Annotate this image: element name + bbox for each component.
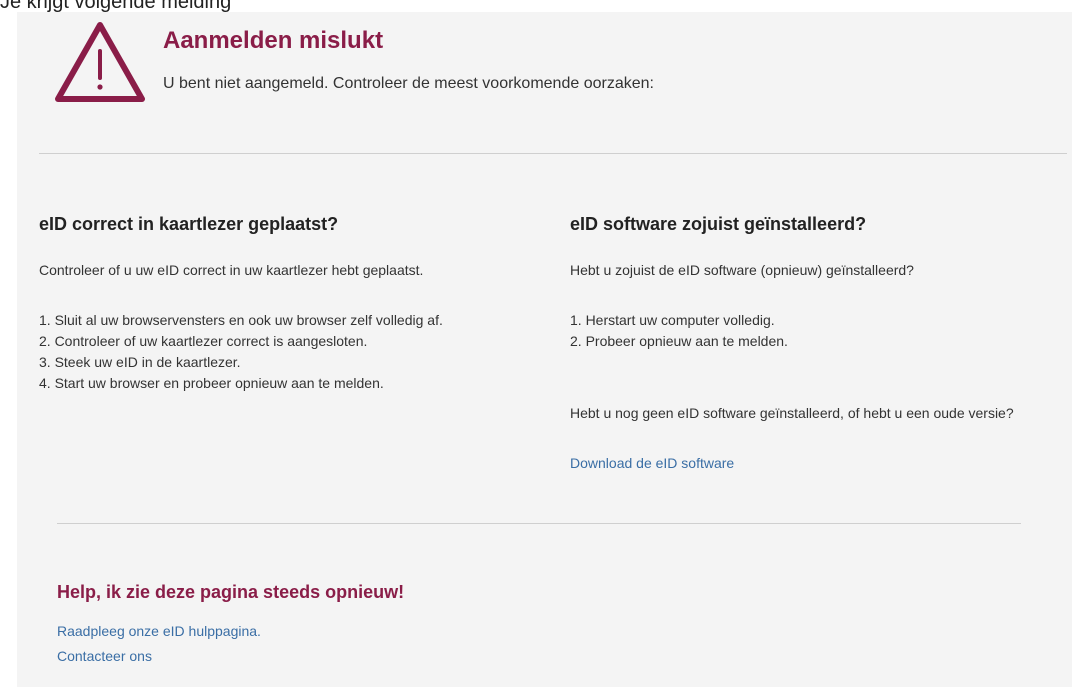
help-page-link[interactable]: Raadpleeg onze eID hulppagina. [57,623,261,639]
top-divider [39,153,1067,154]
help-title: Help, ik zie deze pagina steeds opnieuw! [57,582,405,602]
list-item: 4. Start uw browser en probeer opnieuw a… [39,375,384,391]
page-subtitle: U bent niet aangemeld. Controleer de mee… [163,75,654,92]
left-heading: eID correct in kaartlezer geplaatst? [39,214,339,234]
page-title: Aanmelden mislukt [163,27,384,54]
list-item: 3. Steek uw eID in de kaartlezer. [39,354,241,370]
list-item: 2. Probeer opnieuw aan te melden. [570,333,788,349]
right-note: Hebt u nog geen eID software geïnstallee… [570,405,1014,421]
download-eid-link[interactable]: Download de eID software [570,455,734,471]
left-steps-list: 1. Sluit al uw browservensters en ook uw… [39,310,443,394]
right-heading: eID software zojuist geïnstalleerd? [570,214,867,234]
contact-link[interactable]: Contacteer ons [57,648,152,664]
right-steps-list: 1. Herstart uw computer volledig. 2. Pro… [570,310,788,352]
warning-triangle-icon [55,22,145,102]
list-item: 2. Controleer of uw kaartlezer correct i… [39,333,368,349]
left-column: eID correct in kaartlezer geplaatst? [39,214,519,235]
list-item: 1. Herstart uw computer volledig. [570,312,775,328]
list-item: 1. Sluit al uw browservensters en ook uw… [39,312,443,328]
bottom-divider [57,523,1021,524]
right-column: eID software zojuist geïnstalleerd? [570,214,1050,235]
right-intro: Hebt u zojuist de eID software (opnieuw)… [570,262,914,278]
left-intro: Controleer of u uw eID correct in uw kaa… [39,262,424,278]
